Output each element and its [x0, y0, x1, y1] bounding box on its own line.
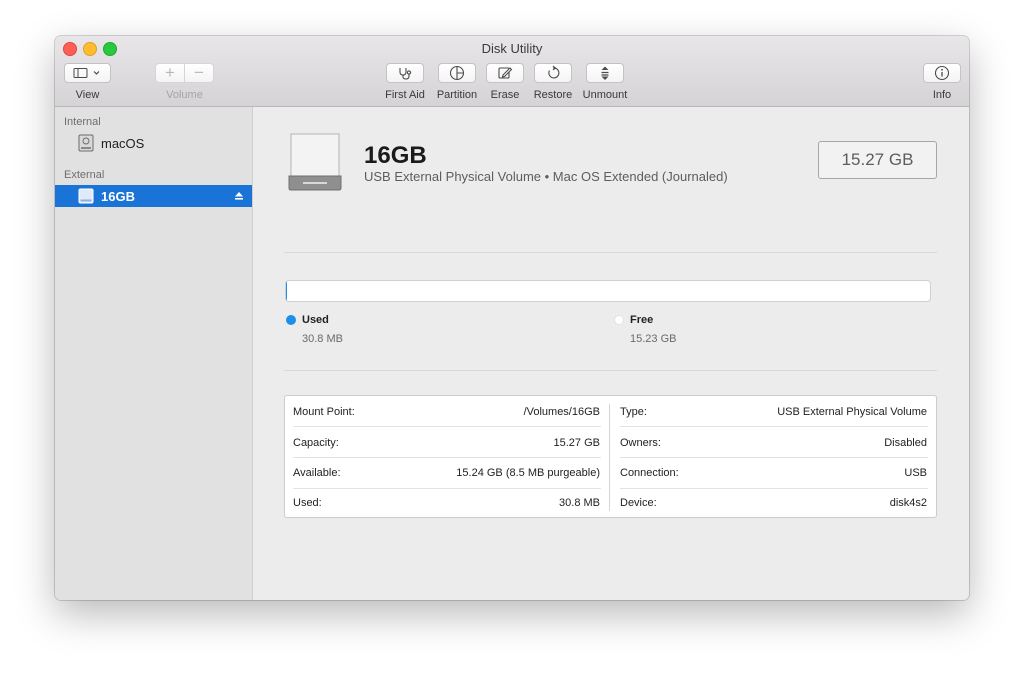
info-button[interactable] [923, 63, 961, 83]
sidebar-item-16gb[interactable]: 16GB [55, 185, 252, 207]
info-value-owners: Disabled [884, 437, 927, 449]
free-legend-label: Free [630, 314, 654, 326]
info-key-type: Type: [620, 406, 647, 418]
volume-button-group: + − [155, 63, 214, 83]
erase-button[interactable] [486, 63, 524, 83]
unmount-label: Unmount [582, 89, 628, 101]
unmount-button[interactable] [586, 63, 624, 83]
volume-capacity-box: 15.27 GB [818, 141, 937, 179]
volume-label: Volume [166, 89, 203, 101]
sidebar: Internal macOS External 16GB [55, 107, 253, 600]
volume-info-table: Mount Point: /Volumes/16GB Capacity: 15.… [284, 395, 937, 518]
info-key-available: Available: [293, 467, 341, 479]
toolbar: Disk Utility View + − Volume First Aid P… [55, 36, 969, 107]
free-legend-dot [614, 315, 624, 325]
info-value-available: 15.24 GB (8.5 MB purgeable) [456, 467, 600, 479]
info-icon [934, 65, 950, 81]
internal-disk-icon [78, 134, 94, 152]
external-disk-icon [78, 188, 94, 204]
first-aid-button[interactable] [386, 63, 424, 83]
row-separator [620, 457, 928, 458]
info-key-device: Device: [620, 497, 657, 509]
free-value: 15.23 GB [630, 333, 677, 345]
sidebar-item-label: 16GB [101, 188, 135, 204]
divider [284, 370, 937, 371]
disk-utility-window: Disk Utility View + − Volume First Aid P… [55, 36, 969, 600]
used-legend-dot [286, 315, 296, 325]
partition-pie-icon [449, 65, 465, 81]
sidebar-section-external: External [64, 169, 105, 181]
volume-detail-pane: 16GB USB External Physical Volume • Mac … [253, 107, 969, 600]
divider [284, 252, 937, 253]
first-aid-label: First Aid [385, 89, 425, 101]
info-value-used: 30.8 MB [559, 497, 600, 509]
remove-volume-icon[interactable]: − [185, 64, 213, 82]
info-label: Info [932, 89, 952, 101]
info-key-capacity: Capacity: [293, 437, 339, 449]
row-separator [620, 426, 928, 427]
usage-bar [285, 280, 931, 302]
restore-arrow-icon [548, 65, 560, 79]
volume-name: 16GB [364, 142, 427, 169]
info-key-used: Used: [293, 497, 322, 509]
view-label: View [75, 89, 100, 101]
eject-icon[interactable] [234, 191, 244, 201]
info-key-connection: Connection: [620, 467, 679, 479]
row-separator [293, 457, 601, 458]
info-key-owners: Owners: [620, 437, 661, 449]
info-value-type: USB External Physical Volume [777, 406, 927, 418]
row-separator [293, 426, 601, 427]
partition-button[interactable] [438, 63, 476, 83]
info-value-connection: USB [904, 467, 927, 479]
row-separator [620, 488, 928, 489]
usage-bar-used-fill [286, 281, 288, 301]
info-value-capacity: 15.27 GB [553, 437, 600, 449]
sidebar-section-internal: Internal [64, 116, 101, 128]
info-value-device: disk4s2 [889, 497, 927, 509]
view-button[interactable] [64, 63, 111, 83]
restore-label: Restore [533, 89, 573, 101]
restore-button[interactable] [534, 63, 572, 83]
partition-label: Partition [436, 89, 478, 101]
erase-pencil-icon [498, 67, 513, 79]
sidebar-toggle-icon [73, 68, 99, 78]
erase-label: Erase [490, 89, 520, 101]
column-divider [609, 404, 610, 511]
row-separator [293, 488, 601, 489]
unmount-icon [601, 66, 609, 80]
window-title: Disk Utility [481, 41, 543, 56]
used-value: 30.8 MB [302, 333, 343, 345]
external-drive-icon [288, 133, 342, 191]
volume-description: USB External Physical Volume • Mac OS Ex… [364, 169, 728, 184]
sidebar-item-macos[interactable]: macOS [55, 132, 252, 154]
info-value-mount-point: /Volumes/16GB [523, 406, 600, 418]
stethoscope-icon [399, 68, 412, 80]
add-volume-icon[interactable]: + [156, 64, 185, 82]
used-legend-label: Used [302, 314, 329, 326]
sidebar-item-label: macOS [101, 135, 145, 151]
info-key-mount-point: Mount Point: [293, 406, 355, 418]
